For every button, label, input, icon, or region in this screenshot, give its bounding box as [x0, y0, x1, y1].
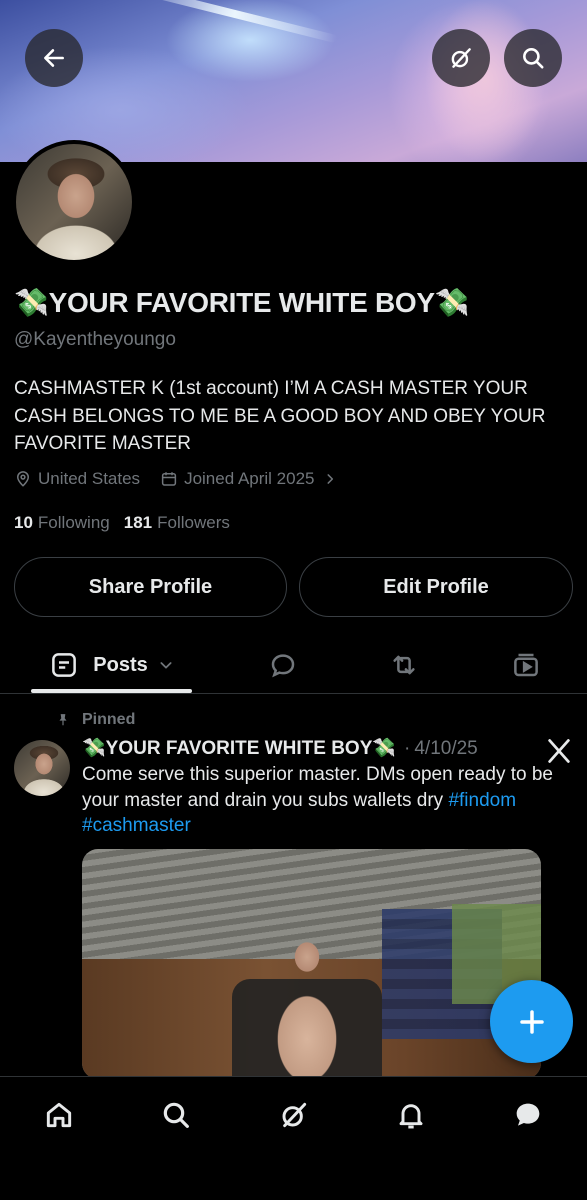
followers-count: 181: [123, 513, 153, 532]
post-text: Come serve this superior master. DMs ope…: [82, 762, 572, 839]
hashtag-cashmaster[interactable]: #cashmaster: [82, 815, 191, 836]
post-image[interactable]: [82, 849, 541, 1079]
back-arrow-icon: [44, 49, 64, 67]
followers-link[interactable]: 181 Followers: [124, 513, 230, 532]
x-logo-icon[interactable]: [545, 737, 573, 765]
profile-avatar[interactable]: [12, 140, 136, 264]
joined-date[interactable]: Joined April 2025: [160, 469, 336, 489]
home-icon: [46, 1102, 72, 1128]
notifications-icon: [399, 1104, 423, 1129]
banner-light-streak: [132, 0, 338, 44]
image-person: [252, 929, 362, 1079]
tab-media[interactable]: [496, 636, 556, 694]
hashtag-findom[interactable]: #findom: [448, 790, 516, 811]
joined-text: Joined April 2025: [184, 469, 315, 488]
calendar-icon: [161, 472, 177, 486]
reply-icon: [271, 654, 295, 678]
followers-label: Followers: [157, 513, 230, 532]
tab-posts[interactable]: Posts: [31, 636, 192, 694]
search-icon: [523, 48, 544, 69]
grok-icon: [282, 1102, 307, 1128]
pinned-indicator: Pinned: [56, 711, 135, 729]
repost-icon: [393, 655, 415, 675]
location-text: United States: [38, 469, 141, 488]
nav-grok[interactable]: [264, 1095, 324, 1135]
grok-icon: [451, 48, 471, 68]
nav-messages[interactable]: [498, 1095, 558, 1135]
following-label: Following: [37, 513, 110, 532]
tab-posts-label: Posts: [93, 653, 148, 676]
following-count: 10: [14, 513, 33, 532]
plus-icon: [519, 1009, 544, 1034]
compose-post-button[interactable]: [490, 980, 573, 1063]
pinned-label: Pinned: [82, 711, 136, 728]
search-icon: [163, 1102, 189, 1128]
follow-stats: 10 Following 181 Followers: [14, 513, 230, 533]
separator-dot: ·: [404, 738, 411, 759]
following-link[interactable]: 10 Following: [14, 513, 110, 532]
post-date[interactable]: 4/10/25: [414, 738, 477, 760]
profile-banner[interactable]: [0, 0, 587, 162]
share-profile-button[interactable]: Share Profile: [14, 557, 287, 617]
nav-search[interactable]: [146, 1095, 206, 1135]
display-name: 💸YOUR FAVORITE WHITE BOY💸: [14, 287, 470, 318]
nav-home[interactable]: [29, 1095, 89, 1135]
tab-reposts[interactable]: [374, 636, 434, 694]
pin-icon: [59, 714, 67, 726]
active-tab-indicator: [31, 689, 192, 693]
grok-button[interactable]: [432, 29, 490, 87]
location: United States: [14, 469, 140, 489]
profile-meta: United States Joined April 2025: [14, 469, 357, 489]
posts-icon: [52, 653, 77, 677]
chevron-right-icon: [326, 474, 333, 484]
messages-icon: [516, 1103, 540, 1126]
post-author-name[interactable]: 💸YOUR FAVORITE WHITE BOY💸: [82, 736, 396, 760]
chevron-down-icon: [160, 662, 172, 669]
profile-bio: CASHMASTER K (1st account) I’M A CASH MA…: [14, 378, 546, 454]
bottom-navigation: [0, 1076, 587, 1200]
post-author-avatar[interactable]: [14, 740, 70, 796]
nav-notifications[interactable]: [381, 1095, 441, 1135]
banner-figure: [385, 0, 585, 162]
user-handle: @Kayentheyoungo: [14, 329, 176, 350]
tab-replies[interactable]: [253, 636, 313, 694]
location-icon: [16, 471, 30, 487]
search-button[interactable]: [504, 29, 562, 87]
profile-tabs: Posts: [0, 636, 587, 694]
edit-profile-button[interactable]: Edit Profile: [299, 557, 573, 617]
post-header: 💸YOUR FAVORITE WHITE BOY💸 · 4/10/25: [82, 736, 478, 760]
back-button[interactable]: [25, 29, 83, 87]
media-icon: [514, 653, 538, 677]
